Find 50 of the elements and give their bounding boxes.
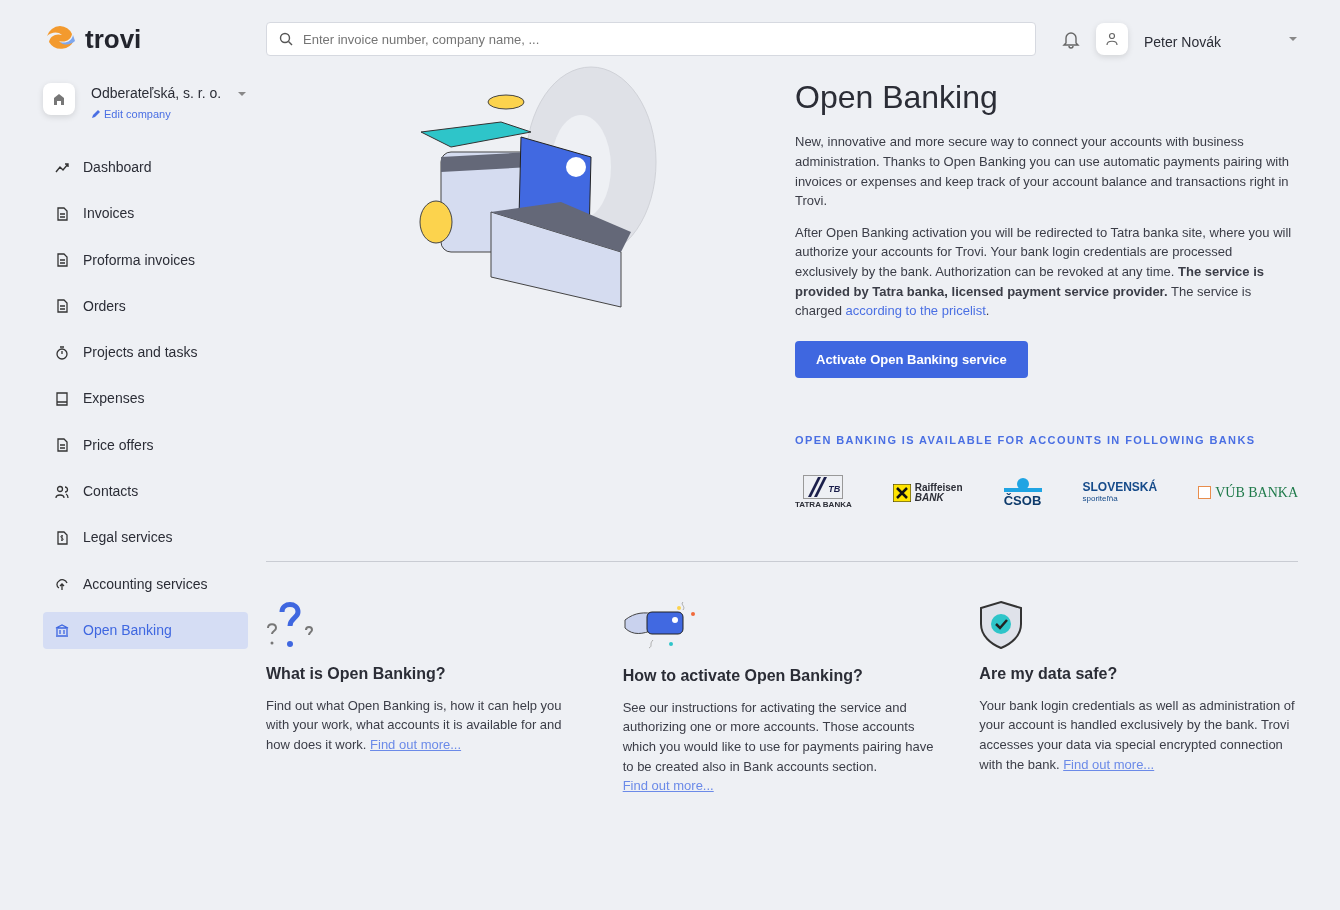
caret-icon [1288,36,1298,42]
company-name: Odberateľská, s. r. o. [91,84,222,103]
feature-description: Find out what Open Banking is, how it can help you with your work, what accounts it is available for and how does it work. Find out more... [266,696,563,754]
sidebar-item[interactable]: Invoices [43,195,248,233]
raiffeisen-bank-logo: Raiffeisen BANK [892,482,963,503]
company-avatar [43,83,75,115]
feature-description: Your bank login credentials as well as administration of your account is handled exclusively by the bank. Trovi accesses your data via special encrypted connection with the bank. Find out more... [979,696,1296,774]
feature-title: What is Open Banking? [266,663,447,684]
document-icon [55,206,69,221]
sidebar-item[interactable]: Projects and tasks [43,334,248,372]
bank-icon [55,623,69,638]
people-icon [55,484,69,499]
stopwatch-icon [55,345,69,360]
pricelist-link[interactable]: according to the pricelist [845,303,986,319]
document-icon [55,530,69,545]
sidebar-item[interactable]: Open Banking [43,611,248,649]
csob-logo: ČSOB [1003,478,1042,508]
sidebar-item[interactable]: Expenses [43,380,248,418]
tatra-banka-logo: TB TATRA BANKA [795,474,852,511]
brand-name: trovi [85,23,142,56]
edit-company-link[interactable]: Edit company [91,106,171,123]
vub-banka-logo: VÚB BANKA [1198,482,1298,504]
sidebar-item[interactable]: Legal services [43,519,248,557]
sidebar-item[interactable]: Contacts [43,473,248,511]
document-icon [55,299,69,314]
slovenska-sporitelna-logo: SLOVENSKÁ sporiteľňa [1082,480,1158,505]
sidebar-item[interactable]: Dashboard [43,149,248,186]
user-avatar[interactable] [1096,23,1128,55]
banks-heading: OPEN BANKING IS AVAILABLE FOR ACCOUNTS IN FOLLOWING BANKS [795,433,1257,449]
bell-icon[interactable] [1062,29,1080,49]
chart-icon [55,160,69,175]
caret-icon [237,91,248,97]
book-icon [55,392,69,406]
user-name[interactable]: Peter Novák [1144,31,1222,53]
sidebar-item[interactable]: Price offers [43,426,248,464]
page-title: Open Banking [795,78,999,117]
service-paragraph: After Open Banking activation you will be redirected to Tatra banka site, where you will authorize your accounts for Trovi. Your bank login credentials are processed exclusively by the bank. Authorization can be revoked at any time. The service is provided by Tatra banka, licensed payment service provider. The service is charged according to the pricelist. [795,223,1293,321]
document-icon [55,438,69,453]
pencil-icon [91,110,100,119]
intro-paragraph: New, innovative and more secure way to connect your accounts with business administration. Thanks to Open Banking you can use automatic payments pairing with invoices or expenses and keep track of your account balance and transactions right in Trovi. [795,133,1291,211]
feature-title: Are my data safe? [979,663,1119,684]
document-icon [55,253,69,268]
upload-cloud-icon [55,577,69,592]
sidebar-item[interactable]: Proforma invoices [43,241,248,279]
feature-title: How to activate Open Banking? [622,665,864,686]
sidebar-item[interactable]: Accounting services [43,565,248,603]
search-field[interactable]: Enter invoice number, company name, ... [266,22,1036,56]
sidebar-item[interactable]: Orders [43,287,248,325]
activate-button[interactable]: Activate Open Banking service [795,340,1028,379]
feature-description: See our instructions for activating the service and authorizing one or more accounts. Those accounts which you would like to use for payments pairing have to be created also in Bank accounts section. Find out more... [622,698,935,796]
